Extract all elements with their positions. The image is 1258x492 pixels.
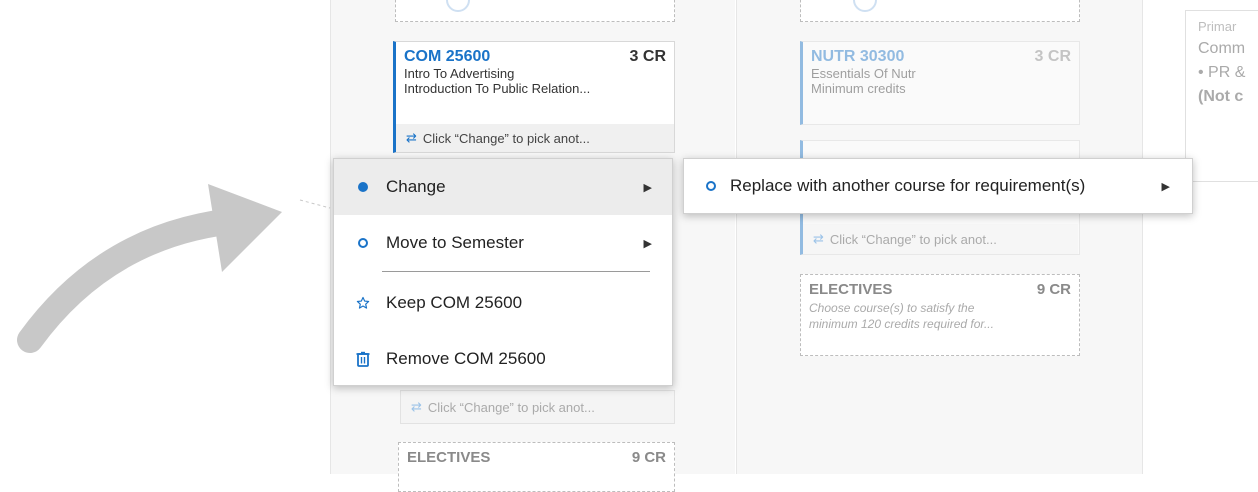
panel-bullet: • PR & [1198,64,1246,81]
change-hint-text: Click “Change” to pick anot... [422,130,590,146]
course-context-menu: Change ▶ Move to Semester ▶ Keep COM 256… [333,158,673,386]
panel-label: Primar [1198,19,1237,34]
change-hint-box[interactable]: ⇄ Click “Change” to pick anot... [803,224,1078,254]
menu-item-move-to-semester[interactable]: Move to Semester ▶ [334,215,672,271]
radio-empty-icon [356,238,370,248]
electives-card-partial[interactable] [395,0,675,22]
menu-item-label: Keep COM 25600 [386,293,523,312]
swap-arrows-icon: ⇄ [411,399,422,414]
pointer-arrow-graphic [17,184,331,353]
course-code: COM 25600 [404,48,491,65]
course-credits: 3 CR [629,48,666,65]
arrow-shaft [17,207,258,353]
course-card-nutr-30300[interactable]: NUTR 30300 3 CR Essentials Of Nutr Minim… [800,41,1080,125]
submenu-item-replace[interactable]: Replace with another course for requirem… [730,176,1085,196]
electives-title: ELECTIVES [809,281,893,298]
course-code: NUTR 30300 [811,48,905,65]
menu-item-label: Change [386,177,446,196]
menu-item-remove[interactable]: Remove COM 25600 [334,331,672,387]
change-hint-text: Click “Change” to pick anot... [829,231,997,247]
change-hint-box[interactable]: ⇄ Click “Change” to pick anot... [400,390,675,424]
electives-card-partial[interactable] [800,0,1080,22]
radio-filled-icon [356,182,370,192]
course-requirement: Introduction To Public Relation... [404,81,591,96]
electives-title: ELECTIVES [407,449,491,466]
change-hint-text: Click “Change” to pick anot... [427,399,595,415]
panel-title: Comm [1198,40,1246,57]
requirements-panel[interactable]: Primar Comm • PR & (Not c [1185,10,1258,182]
trash-icon [356,351,370,367]
course-title: Essentials Of Nutr [811,66,916,81]
connector-dashes [299,199,331,209]
course-card-com-25600[interactable]: COM 25600 3 CR Intro To Advertising Intr… [393,41,675,153]
radio-empty-icon [706,181,716,191]
menu-item-label: Move to Semester [386,233,524,252]
menu-item-keep[interactable]: Keep COM 25600 [334,275,672,331]
star-outline-icon [356,295,370,311]
change-hint[interactable]: ⇄ Click “Change” to pick anot... [396,124,674,152]
caret-right-icon: ▶ [1161,180,1170,193]
course-requirement: Minimum credits [811,81,906,96]
course-credits: 3 CR [1034,48,1071,65]
swap-arrows-icon: ⇄ [813,231,824,246]
arrow-head [208,184,282,272]
electives-description: Choose course(s) to satisfy the [809,301,975,315]
electives-credits: 9 CR [1036,281,1071,298]
caret-right-icon: ▶ [643,181,652,194]
electives-card[interactable]: ELECTIVES 9 CR [398,442,675,492]
panel-note: (Not c [1198,88,1244,105]
menu-item-change[interactable]: Change ▶ [334,159,672,215]
swap-arrows-icon: ⇄ [406,130,417,145]
electives-credits: 9 CR [631,449,666,466]
electives-card[interactable]: ELECTIVES 9 CR Choose course(s) to satis… [800,274,1080,356]
column-divider [1142,0,1143,474]
electives-description: minimum 120 credits required for... [809,317,994,331]
caret-right-icon: ▶ [643,237,652,250]
course-title: Intro To Advertising [404,66,515,81]
menu-divider [382,271,650,272]
menu-item-label: Remove COM 25600 [386,349,546,368]
column-divider [736,0,737,474]
change-submenu[interactable]: Replace with another course for requirem… [683,158,1193,214]
